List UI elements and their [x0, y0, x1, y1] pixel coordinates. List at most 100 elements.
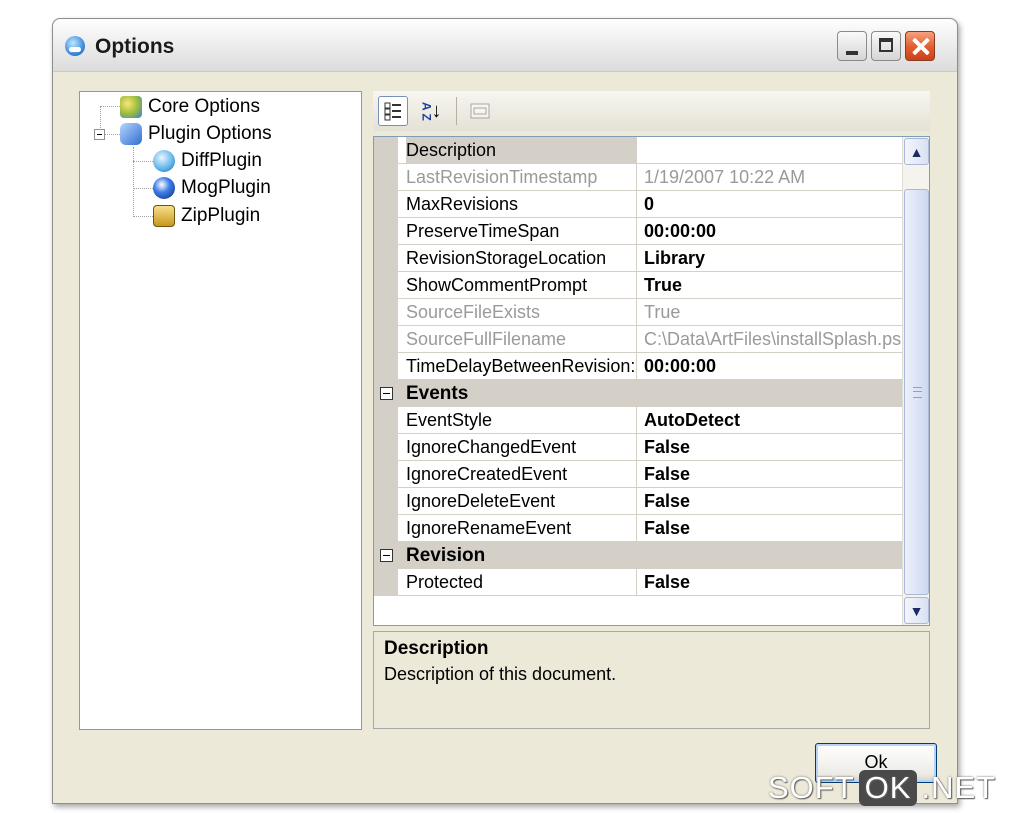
- tree-item-label: Core Options: [148, 96, 260, 117]
- property-row[interactable]: LastRevisionTimestamp 1/19/2007 10:22 AM: [374, 164, 902, 191]
- property-value[interactable]: 0: [644, 191, 902, 217]
- property-name: Protected: [406, 569, 637, 595]
- tree-item-mogplugin[interactable]: MogPlugin: [153, 175, 271, 201]
- property-row[interactable]: IgnoreRenameEvent False: [374, 515, 902, 542]
- row-margin: [374, 272, 398, 298]
- alphabetical-sort-button[interactable]: A Z ↓: [416, 96, 446, 126]
- description-pane: Description Description of this document…: [373, 631, 930, 729]
- window-title: Options: [95, 35, 175, 58]
- tree-item-zipplugin[interactable]: ZipPlugin: [153, 203, 260, 229]
- property-value[interactable]: False: [644, 461, 902, 487]
- property-row[interactable]: IgnoreCreatedEvent False: [374, 461, 902, 488]
- property-row[interactable]: EventStyle AutoDetect: [374, 407, 902, 434]
- options-tree[interactable]: Core Options Plugin Options DiffPlugin M…: [79, 91, 362, 730]
- property-name: Description: [406, 137, 637, 163]
- row-margin: [374, 137, 398, 163]
- tree-item-core-options[interactable]: Core Options: [120, 94, 260, 120]
- row-margin: [374, 299, 398, 325]
- property-name: RevisionStorageLocation: [406, 245, 637, 271]
- property-value[interactable]: AutoDetect: [644, 407, 902, 433]
- tree-item-label: DiffPlugin: [181, 150, 262, 171]
- row-margin: [374, 407, 398, 433]
- property-value[interactable]: False: [644, 569, 902, 595]
- property-row[interactable]: ShowCommentPrompt True: [374, 272, 902, 299]
- tree-item-label: ZipPlugin: [181, 205, 261, 226]
- minimize-button[interactable]: [837, 31, 867, 61]
- scroll-down-button[interactable]: ▼: [904, 597, 929, 624]
- property-row[interactable]: SourceFullFilename C:\Data\ArtFiles\insta…: [374, 326, 902, 353]
- down-arrow-icon: ↓: [431, 99, 442, 122]
- row-margin: [374, 218, 398, 244]
- property-row[interactable]: IgnoreChangedEvent False: [374, 434, 902, 461]
- collapse-icon[interactable]: [380, 387, 393, 400]
- watermark-left: SOFT: [768, 770, 855, 805]
- property-value[interactable]: [644, 137, 902, 163]
- property-name: LastRevisionTimestamp: [406, 164, 637, 190]
- tree-item-label: Plugin Options: [148, 123, 272, 144]
- row-margin: [374, 515, 398, 541]
- vertical-scrollbar[interactable]: ▲ ▼: [902, 137, 929, 625]
- property-row[interactable]: Protected False: [374, 569, 902, 596]
- property-name: IgnoreChangedEvent: [406, 434, 637, 460]
- category-row[interactable]: Events: [374, 380, 902, 407]
- row-margin: [374, 326, 398, 352]
- sort-az-icon: A Z: [419, 101, 434, 121]
- property-name: PreserveTimeSpan: [406, 218, 637, 244]
- property-row[interactable]: Description: [374, 137, 902, 164]
- mog-icon: [153, 177, 175, 199]
- scroll-up-button[interactable]: ▲: [904, 138, 929, 165]
- collapse-icon[interactable]: [380, 549, 393, 562]
- property-value[interactable]: 00:00:00: [644, 218, 902, 244]
- property-row[interactable]: TimeDelayBetweenRevision: 00:00:00: [374, 353, 902, 380]
- property-value[interactable]: False: [644, 434, 902, 460]
- property-row[interactable]: SourceFileExists True: [374, 299, 902, 326]
- row-margin: [374, 434, 398, 460]
- property-toolbar: A Z ↓: [373, 91, 930, 131]
- row-margin: [374, 191, 398, 217]
- property-value[interactable]: True: [644, 299, 902, 325]
- property-name: IgnoreCreatedEvent: [406, 461, 637, 487]
- property-name: SourceFileExists: [406, 299, 637, 325]
- property-value[interactable]: 1/19/2007 10:22 AM: [644, 164, 902, 190]
- property-value[interactable]: Library: [644, 245, 902, 271]
- watermark-logo: SOFT OK .NET: [768, 770, 996, 806]
- watermark-box: OK: [858, 770, 918, 806]
- row-margin: [374, 569, 398, 595]
- tree-item-plugin-options[interactable]: Plugin Options: [120, 121, 272, 147]
- gears-icon: [120, 96, 142, 118]
- property-name: MaxRevisions: [406, 191, 637, 217]
- row-margin: [374, 353, 398, 379]
- property-name: TimeDelayBetweenRevision:: [406, 353, 637, 379]
- category-row[interactable]: Revision: [374, 542, 902, 569]
- property-name: IgnoreRenameEvent: [406, 515, 637, 541]
- description-title: Description: [384, 638, 489, 659]
- close-button[interactable]: [905, 31, 935, 61]
- collapse-plugin-options-icon[interactable]: [94, 129, 105, 140]
- categorized-icon: [384, 102, 401, 121]
- property-value[interactable]: False: [644, 515, 902, 541]
- chevron-down-icon: ▼: [909, 602, 924, 619]
- property-value[interactable]: 00:00:00: [644, 353, 902, 379]
- property-name: ShowCommentPrompt: [406, 272, 637, 298]
- tree-item-diffplugin[interactable]: DiffPlugin: [153, 148, 262, 174]
- categorized-button[interactable]: [378, 96, 408, 126]
- property-value[interactable]: C:\Data\ArtFiles\installSplash.ps: [644, 326, 902, 352]
- scroll-thumb[interactable]: [904, 189, 929, 595]
- chevron-up-icon: ▲: [909, 143, 924, 160]
- row-margin: [374, 488, 398, 514]
- property-pages-button[interactable]: [465, 96, 495, 126]
- property-row[interactable]: MaxRevisions 0: [374, 191, 902, 218]
- title-bar[interactable]: Options: [53, 19, 957, 72]
- options-window: Options Core Options Plugin Options Diff…: [52, 18, 958, 804]
- row-margin: [374, 245, 398, 271]
- property-grid[interactable]: Description LastRevisionTimestamp 1/19/200…: [373, 136, 930, 626]
- property-value[interactable]: True: [644, 272, 902, 298]
- zip-icon: [153, 205, 175, 227]
- property-row[interactable]: PreserveTimeSpan 00:00:00: [374, 218, 902, 245]
- maximize-button[interactable]: [871, 31, 901, 61]
- property-row[interactable]: RevisionStorageLocation Library: [374, 245, 902, 272]
- property-value[interactable]: False: [644, 488, 902, 514]
- property-name: IgnoreDeleteEvent: [406, 488, 637, 514]
- property-name: EventStyle: [406, 407, 637, 433]
- property-row[interactable]: IgnoreDeleteEvent False: [374, 488, 902, 515]
